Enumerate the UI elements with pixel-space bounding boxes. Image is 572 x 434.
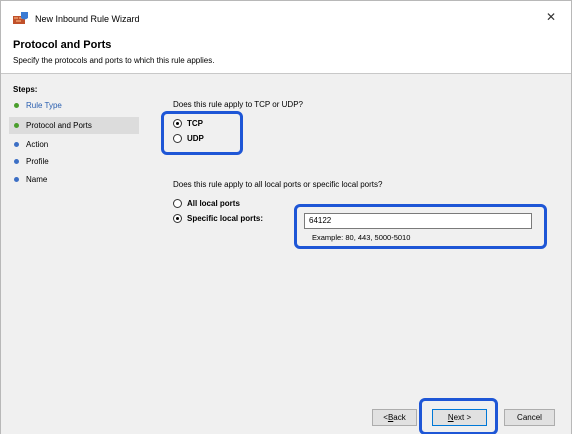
step-protocol-and-ports[interactable]: Protocol and Ports — [9, 117, 139, 134]
radio-unselected-icon — [173, 199, 182, 208]
close-icon: ✕ — [545, 10, 557, 24]
step-label: Rule Type — [26, 101, 62, 110]
cancel-button[interactable]: Cancel — [504, 409, 555, 426]
page-title: Protocol and Ports — [13, 39, 112, 51]
ports-question: Does this rule apply to all local ports … — [173, 180, 383, 189]
title-bar: New Inbound Rule Wizard ✕ — [1, 1, 571, 33]
radio-label: All local ports — [187, 199, 240, 208]
step-pending-icon — [14, 142, 19, 147]
protocol-highlight — [161, 111, 243, 155]
radio-label: Specific local ports: — [187, 214, 264, 223]
step-name: Name — [9, 171, 139, 188]
page-subtitle: Specify the protocols and ports to which… — [13, 56, 215, 65]
step-pending-icon — [14, 177, 19, 182]
ports-highlight — [294, 204, 547, 249]
steps-heading: Steps: — [13, 85, 38, 94]
radio-all-local-ports[interactable]: All local ports — [173, 199, 240, 208]
step-done-icon — [14, 103, 19, 108]
protocol-question: Does this rule apply to TCP or UDP? — [173, 100, 303, 109]
step-profile: Profile — [9, 153, 139, 170]
step-label: Name — [26, 175, 48, 184]
radio-specific-local-ports[interactable]: Specific local ports: — [173, 214, 263, 223]
back-button[interactable]: < Back — [372, 409, 417, 426]
next-highlight — [419, 398, 498, 434]
step-label: Profile — [26, 157, 49, 166]
step-action: Action — [9, 136, 139, 153]
step-pending-icon — [14, 159, 19, 164]
wizard-window: New Inbound Rule Wizard ✕ Protocol and P… — [0, 0, 572, 434]
back-rest: ack — [393, 413, 406, 422]
step-label: Protocol and Ports — [26, 121, 92, 130]
window-title: New Inbound Rule Wizard — [35, 14, 140, 24]
firewall-icon — [13, 12, 28, 24]
step-label: Action — [26, 140, 49, 149]
step-rule-type[interactable]: Rule Type — [9, 97, 139, 114]
close-button[interactable]: ✕ — [531, 1, 571, 33]
radio-selected-icon — [173, 214, 182, 223]
step-current-icon — [14, 123, 19, 128]
